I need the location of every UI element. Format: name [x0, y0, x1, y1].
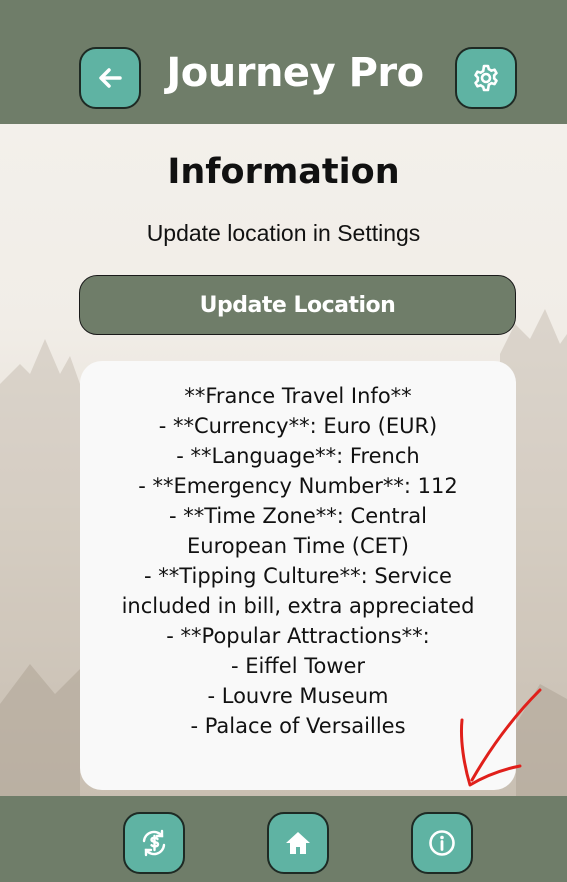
info-line: - **Language**: French — [176, 444, 420, 468]
page-title: Information — [167, 152, 400, 192]
info-line: European Time (CET) — [187, 534, 409, 558]
location-hint: Update location in Settings — [146, 220, 421, 246]
info-icon — [429, 830, 455, 856]
back-button[interactable] — [79, 47, 141, 109]
info-line: - Eiffel Tower — [230, 654, 366, 678]
info-line: - **Currency**: Euro (EUR) — [158, 414, 438, 438]
app-title: Journey Pro — [166, 50, 424, 96]
info-line: - **Tipping Culture**: Service — [144, 564, 452, 588]
app-header: Journey Pro — [0, 0, 567, 124]
arrow-left-icon — [99, 68, 122, 88]
info-line: **France Travel Info** — [184, 384, 412, 408]
settings-button[interactable] — [455, 47, 517, 109]
bottom-nav — [0, 796, 567, 882]
red-arrow-annotation — [460, 688, 542, 787]
info-line: - **Time Zone**: Central — [169, 504, 427, 528]
gear-icon — [474, 64, 498, 92]
info-button[interactable] — [411, 812, 473, 874]
home-button[interactable] — [267, 812, 329, 874]
sync-dollar-icon — [142, 829, 166, 857]
info-line: - **Popular Attractions**: — [166, 624, 430, 648]
update-location-button[interactable]: Update Location — [79, 275, 516, 335]
home-icon — [286, 832, 310, 854]
info-line: included in bill, extra appreciated — [121, 594, 475, 618]
currency-sync-button[interactable] — [123, 812, 185, 874]
info-line: - **Emergency Number**: 112 — [138, 474, 458, 498]
